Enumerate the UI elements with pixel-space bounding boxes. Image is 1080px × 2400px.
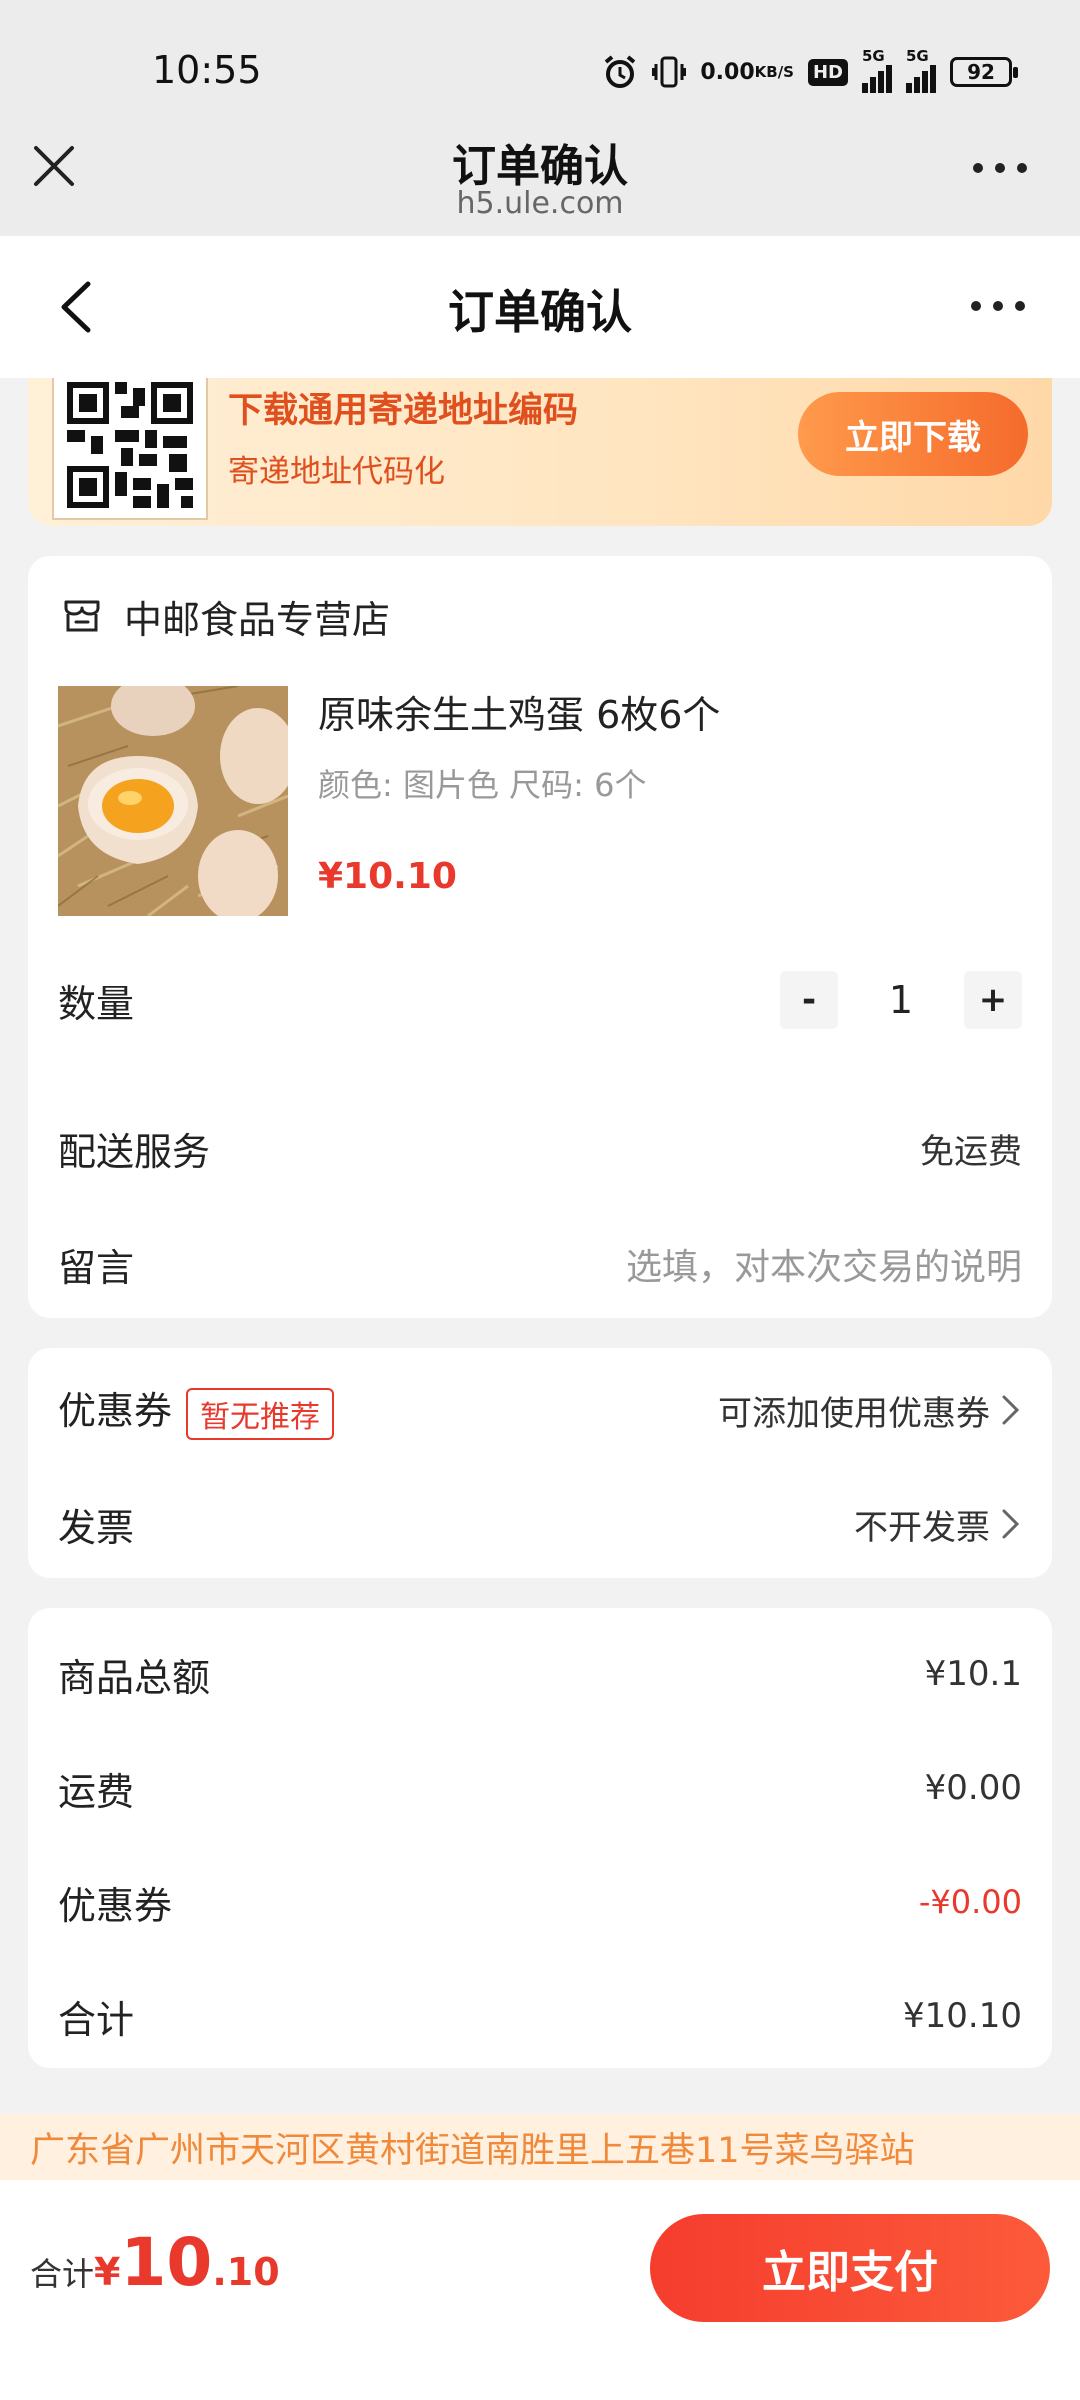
- store-icon: [60, 594, 104, 638]
- bottom-total-label: 合计: [30, 2255, 95, 2293]
- bottom-total-dec: .10: [212, 2250, 280, 2294]
- goods-total-value: ¥10.1: [924, 1654, 1022, 1694]
- store-row[interactable]: 中邮食品专营店: [60, 586, 390, 646]
- vibrate-icon: [652, 54, 687, 90]
- delivery-address[interactable]: 广东省广州市天河区黄村街道南胜里上五巷11号菜鸟驿站: [0, 2114, 1080, 2180]
- hd-badge: HD: [807, 58, 848, 86]
- battery-icon: 92: [950, 57, 1018, 87]
- summary-total-value: ¥10.10: [903, 1996, 1022, 2036]
- chevron-right-icon: [1000, 1505, 1022, 1543]
- decrease-button[interactable]: -: [780, 971, 838, 1029]
- coupon-discount-value: -¥0.00: [918, 1883, 1022, 1921]
- more-icon[interactable]: [970, 160, 1030, 176]
- net-speed-value: 0.00: [700, 59, 755, 85]
- invoice-value-wrap[interactable]: 不开发票: [854, 1500, 1022, 1549]
- page-header: 订单确认: [0, 236, 1080, 378]
- coupon-discount-label: 优惠券: [58, 1883, 173, 1928]
- signal-icon-2: 5G: [906, 47, 936, 93]
- coupon-badge: 暂无推荐: [186, 1387, 335, 1440]
- status-bar: 10:55 0.00 KB/S HD 5G 5G 92: [0, 0, 1080, 130]
- quantity-row: 数量 - 1 +: [58, 970, 1022, 1030]
- message-row[interactable]: 留言 选填，对本次交易的说明: [58, 1234, 1022, 1294]
- coupon-invoice-card: 优惠券 暂无推荐 可添加使用优惠券 发票 不开发票: [28, 1348, 1052, 1578]
- coupon-label-wrap: 优惠券 暂无推荐: [58, 1380, 335, 1440]
- signal-label-2: 5G: [906, 47, 929, 65]
- coupon-discount-row: 优惠券 -¥0.00: [58, 1872, 1022, 1932]
- download-button[interactable]: 立即下载: [798, 392, 1028, 476]
- message-label: 留言: [58, 1245, 135, 1290]
- quantity-stepper: - 1 +: [780, 971, 1022, 1029]
- net-speed: 0.00 KB/S: [700, 59, 794, 85]
- coupon-row[interactable]: 优惠券 暂无推荐 可添加使用优惠券: [58, 1380, 1022, 1440]
- invoice-row[interactable]: 发票 不开发票: [58, 1494, 1022, 1554]
- bottom-total-currency: ¥: [94, 2250, 121, 2294]
- promo-subtitle: 寄递地址代码化: [228, 454, 445, 490]
- promo-banner[interactable]: 下载通用寄递地址编码 寄递地址代码化 立即下载: [28, 378, 1052, 526]
- goods-total-label: 商品总额: [58, 1655, 211, 1700]
- quantity-label: 数量: [58, 981, 135, 1026]
- delivery-value: 免运费: [920, 1131, 1022, 1172]
- delivery-label: 配送服务: [58, 1129, 211, 1174]
- promo-title: 下载通用寄递地址编码: [228, 391, 579, 431]
- shipping-row: 运费 ¥0.00: [58, 1758, 1022, 1818]
- summary-total-row: 合计 ¥10.10: [58, 1986, 1022, 2046]
- signal-icon: 5G: [862, 47, 892, 93]
- browser-bar: 订单确认 h5.ule.com: [0, 130, 1080, 236]
- signal-label: 5G: [862, 47, 885, 65]
- invoice-value: 不开发票: [854, 1507, 990, 1548]
- product-price: ¥10.10: [318, 856, 457, 897]
- product-spec: 颜色: 图片色 尺码: 6个: [318, 766, 647, 804]
- product-name: 原味余生土鸡蛋 6枚6个: [318, 693, 721, 737]
- bottom-total: 合计 ¥ 10 .10: [30, 2224, 280, 2301]
- browser-url: h5.ule.com: [456, 186, 624, 221]
- coupon-value-wrap[interactable]: 可添加使用优惠券: [718, 1386, 1022, 1435]
- status-time: 10:55: [152, 48, 262, 92]
- chevron-right-icon: [1000, 1391, 1022, 1429]
- net-speed-unit: KB/S: [754, 62, 794, 81]
- checkout-bar: 合计 ¥ 10 .10 立即支付: [0, 2180, 1080, 2400]
- shipping-value: ¥0.00: [924, 1768, 1022, 1808]
- store-name: 中邮食品专营店: [124, 597, 391, 642]
- message-input[interactable]: 选填，对本次交易的说明: [626, 1238, 1022, 1290]
- bottom-total-int: 10: [120, 2224, 213, 2301]
- coupon-label: 优惠券: [58, 1389, 173, 1434]
- delivery-row: 配送服务 免运费: [58, 1118, 1022, 1178]
- summary-total-label: 合计: [58, 1997, 135, 2042]
- product-image[interactable]: [58, 686, 288, 916]
- price-summary-card: 商品总额 ¥10.1 运费 ¥0.00 优惠券 -¥0.00 合计 ¥10.10: [28, 1608, 1052, 2068]
- increase-button[interactable]: +: [964, 971, 1022, 1029]
- status-icons: 0.00 KB/S HD 5G 5G 92: [602, 47, 1018, 94]
- more-icon[interactable]: [968, 298, 1028, 314]
- product-card: 中邮食品专营店 原味余生土鸡蛋 6枚6个 颜色: 图片色 尺码: 6个 ¥10.…: [28, 556, 1052, 1318]
- qr-code-icon: [52, 378, 208, 520]
- pay-now-button[interactable]: 立即支付: [650, 2214, 1050, 2322]
- invoice-label: 发票: [58, 1505, 135, 1550]
- goods-total-row: 商品总额 ¥10.1: [58, 1644, 1022, 1704]
- coupon-value: 可添加使用优惠券: [718, 1393, 990, 1434]
- page-title: 订单确认: [448, 285, 632, 339]
- quantity-value[interactable]: 1: [838, 978, 964, 1022]
- browser-title: 订单确认: [452, 141, 628, 192]
- shipping-label: 运费: [58, 1769, 135, 1814]
- alarm-icon: [602, 54, 638, 90]
